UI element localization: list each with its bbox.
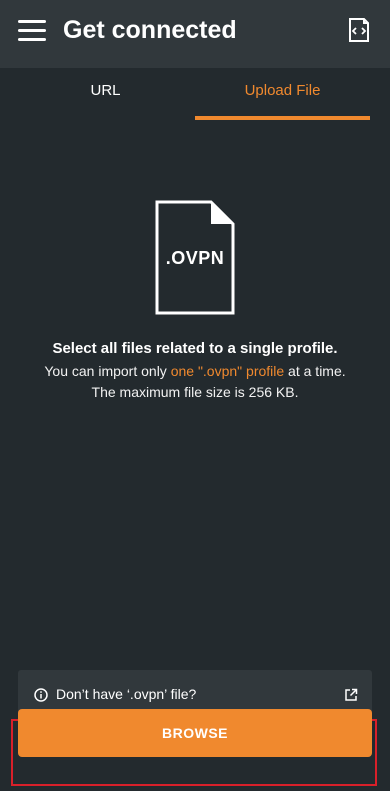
info-icon [34,688,48,702]
instruction-line-2: The maximum file size is 256 KB. [91,384,299,400]
tab-upload-file[interactable]: Upload File [195,68,370,120]
hamburger-menu-icon[interactable] [18,20,46,42]
tab-upload-file-label: Upload File [244,82,321,99]
instruction-suffix: at a time. [284,363,346,379]
external-link-icon [345,688,358,701]
page-title: Get connected [63,16,237,44]
import-profile-icon[interactable] [346,16,372,44]
tab-url[interactable]: URL [18,68,193,120]
instruction-line-1: You can import only one ".ovpn" profile … [0,363,390,379]
instruction-title: Select all files related to a single pro… [52,340,338,357]
active-tab-indicator [195,116,370,120]
instruction-prefix: You can import only [44,363,171,379]
tab-bar: URL Upload File [0,68,390,120]
help-link-label: Don’t have ‘.ovpn’ file? [56,686,197,702]
browse-button[interactable]: BROWSE [18,709,372,757]
top-app-bar: Get connected [0,0,390,68]
file-extension-label: .OVPN [165,248,225,268]
instruction-highlight: one ".ovpn" profile [170,363,285,379]
